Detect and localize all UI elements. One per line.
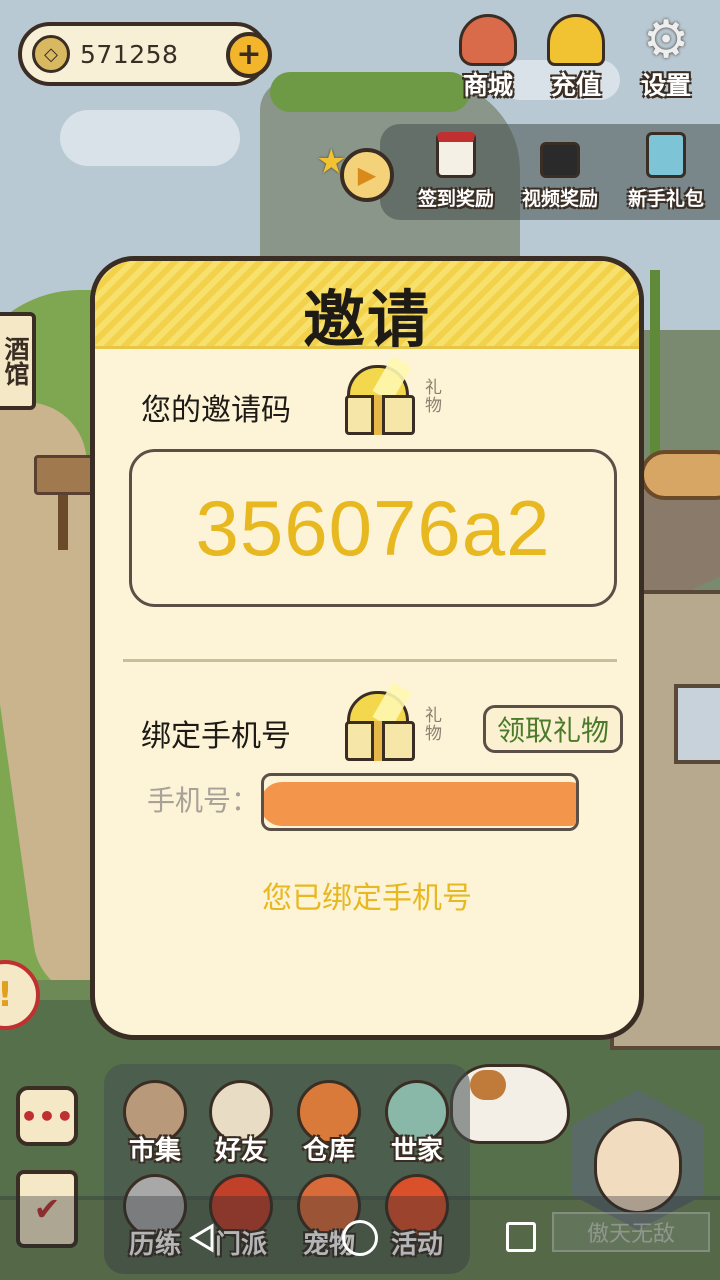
menu-item-warehouse[interactable]: 仓库: [286, 1080, 372, 1167]
invite-code-box[interactable]: 356076a2: [129, 449, 617, 607]
clapperboard-icon: [540, 142, 580, 178]
video-reward-label: 视频奖励: [521, 188, 598, 210]
gold-ingot-icon: [547, 14, 605, 66]
menu-item-label: 好友: [214, 1136, 267, 1166]
settings-label: 设置: [640, 71, 691, 100]
menu-item-market[interactable]: 市集: [112, 1080, 198, 1167]
invite-code-value: 356076a2: [195, 483, 551, 572]
shop-label: 商城: [462, 71, 513, 100]
shop-bag-icon: [459, 14, 517, 66]
invite-dialog: 邀请 您的邀请码 礼物 356076a2 绑定手机号 礼物 领取礼物 手机号： …: [90, 256, 644, 1040]
back-icon[interactable]: [186, 1222, 218, 1254]
play-icon: ▶: [340, 148, 394, 202]
settings-button[interactable]: ⚙ 设置: [626, 10, 706, 104]
home-icon[interactable]: [342, 1220, 378, 1256]
dialog-title: 邀请: [302, 283, 431, 356]
checkin-reward-label: 签到奖励: [417, 188, 494, 210]
coin-bar: ◇ 571258 +: [18, 22, 272, 86]
house-window: [674, 684, 720, 764]
phone-bound-status: 您已绑定手机号: [262, 881, 472, 916]
cat-spot: [470, 1070, 506, 1100]
menu-item-label: 仓库: [302, 1136, 355, 1166]
chat-button[interactable]: •••: [16, 1086, 78, 1146]
coin-icon: ◇: [32, 35, 70, 73]
gift-tag: 礼物: [425, 706, 442, 744]
shop-button[interactable]: 商城: [448, 14, 528, 104]
gift-tag: 礼物: [425, 378, 442, 416]
coin-amount: 571258: [80, 39, 179, 69]
chest-band: [371, 721, 385, 761]
video-reward-button[interactable]: 视频奖励: [510, 132, 610, 211]
newbie-gift-label: 新手礼包: [627, 188, 704, 210]
cliff-grass: [270, 72, 470, 112]
recent-apps-icon[interactable]: [506, 1222, 536, 1252]
treasure-chest-icon: [341, 682, 419, 761]
phone-field[interactable]: [261, 773, 579, 831]
cloud: [60, 110, 240, 166]
treasure-chest-icon: [646, 132, 686, 178]
menu-item-family[interactable]: 世家: [374, 1080, 460, 1167]
phone-redaction: [264, 782, 576, 826]
menu-item-label: 世家: [390, 1136, 443, 1166]
tavern-tag[interactable]: 酒馆: [0, 312, 36, 410]
newbie-gift-button[interactable]: 新手礼包: [616, 132, 716, 211]
bind-phone-label: 绑定手机号: [141, 719, 291, 754]
gear-icon: ⚙: [642, 10, 690, 70]
chest-band: [371, 395, 385, 435]
signboard: [34, 455, 94, 495]
invite-code-label: 您的邀请码: [141, 393, 291, 428]
divider: [123, 659, 617, 662]
checkin-reward-button[interactable]: 签到奖励: [406, 132, 506, 211]
phone-label: 手机号：: [147, 784, 260, 817]
calendar-icon: [436, 132, 476, 178]
menu-item-friends[interactable]: 好友: [198, 1080, 284, 1167]
treasure-chest-icon: [341, 356, 419, 435]
claim-gift-button[interactable]: 领取礼物: [483, 705, 623, 753]
recharge-button[interactable]: 充值: [536, 14, 616, 104]
log: [640, 450, 720, 500]
video-star-button[interactable]: ★ ▶: [316, 142, 394, 202]
add-coins-button[interactable]: +: [226, 32, 272, 78]
recharge-label: 充值: [550, 71, 601, 100]
menu-item-label: 市集: [128, 1136, 181, 1166]
